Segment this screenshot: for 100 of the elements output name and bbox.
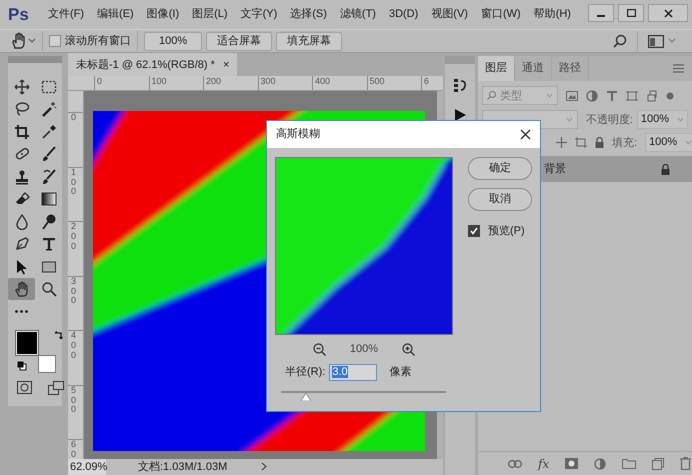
dialog-button[interactable]: 取消 — [468, 188, 532, 211]
menu-item[interactable]: 选择(S) — [284, 6, 334, 23]
caret-icon — [685, 140, 692, 146]
checkbox-label: 滚动所有窗口 — [65, 34, 131, 50]
menu-icon[interactable] — [673, 64, 684, 74]
dashed-rectangle-icon — [40, 78, 56, 95]
workspace-icon[interactable] — [648, 34, 664, 48]
checkbox[interactable] — [468, 225, 480, 238]
shape-icon[interactable] — [626, 90, 638, 102]
menu-item[interactable]: 帮助(H) — [528, 6, 578, 23]
menu-item[interactable]: 文件(F) — [42, 6, 92, 23]
ruler-label: 300 — [70, 276, 77, 306]
move-icon[interactable] — [556, 137, 567, 148]
menu-item[interactable]: 文字(Y) — [234, 6, 284, 23]
quick-mask-icon[interactable] — [17, 380, 32, 394]
menu-item[interactable]: 视图(V) — [425, 6, 475, 23]
artboard-icon[interactable] — [575, 137, 587, 148]
lollipop-icon — [40, 214, 56, 230]
maximize-icon — [626, 9, 636, 17]
fill-label: 填充: — [612, 136, 638, 151]
opacity-field[interactable]: 100% — [636, 110, 688, 130]
fill-field[interactable]: 100% — [645, 133, 692, 152]
smart-object-icon[interactable] — [646, 90, 658, 102]
checkbox[interactable] — [49, 35, 61, 48]
half-circle-icon[interactable] — [586, 90, 598, 102]
magnifier-icon — [40, 281, 56, 298]
toolbar-button[interactable]: 适合屏幕 — [206, 32, 272, 51]
menu-item[interactable]: 滤镜(T) — [334, 6, 383, 23]
swap-arrows-icon[interactable] — [54, 330, 64, 341]
dialog-title: 高斯模糊 — [276, 126, 320, 142]
ruler-label: 200 — [203, 76, 258, 90]
magic-wand-icon — [40, 101, 56, 118]
minimize-button[interactable] — [588, 4, 614, 22]
zoom-out-icon[interactable] — [312, 342, 326, 356]
trash-icon[interactable] — [680, 457, 692, 470]
tool-button[interactable] — [8, 278, 35, 300]
checkbox-label: 预览(P) — [488, 224, 525, 239]
menu-item[interactable]: 编辑(E) — [91, 6, 141, 23]
lasso-icon — [14, 101, 30, 118]
document-info: 文档:1.03M/1.03M — [138, 460, 228, 474]
lock-icon[interactable] — [595, 137, 604, 148]
document-tab[interactable]: 未标题-1 @ 62.1%(RGB/8) * × — [68, 53, 238, 76]
caret-icon[interactable] — [28, 38, 36, 44]
screen-mode-icon[interactable] — [48, 380, 64, 395]
radius-field[interactable]: 3.0 — [329, 364, 378, 380]
crop-icon — [14, 124, 30, 140]
radius-label: 半径(R): — [285, 364, 326, 380]
close-icon — [664, 8, 672, 18]
folder-icon[interactable] — [622, 458, 636, 469]
chevron-right-icon[interactable] — [261, 462, 268, 472]
tab-title: 未标题-1 @ 62.1%(RGB/8) * — [76, 58, 215, 73]
default-colors-icon[interactable] — [17, 360, 27, 371]
eyedropper-icon — [40, 124, 56, 140]
fx-button[interactable]: fx — [538, 454, 550, 472]
ruler-label: 100 — [70, 168, 77, 198]
ruler-label: 100 — [148, 76, 203, 90]
rectangle-icon — [40, 258, 56, 275]
search-icon[interactable] — [613, 34, 627, 48]
history-brush-icon — [40, 168, 56, 185]
history-icon[interactable] — [453, 78, 467, 94]
ruler-label: 60 — [70, 440, 77, 458]
caret-icon — [546, 93, 553, 98]
image-filter-icon[interactable] — [566, 90, 578, 102]
menu-item[interactable]: 图像(I) — [140, 6, 186, 23]
toggle-dot-icon[interactable] — [666, 92, 674, 100]
pen-nib-icon — [14, 236, 30, 252]
move-icon — [14, 78, 30, 95]
ruler-label: 200 — [70, 222, 77, 252]
close-icon[interactable] — [520, 129, 531, 140]
foreground-color-swatch[interactable] — [16, 330, 38, 355]
ruler-label: 500 — [70, 386, 77, 416]
stamp-icon — [14, 168, 30, 185]
ruler-label: 0 — [94, 76, 148, 90]
menu-item[interactable]: 图层(L) — [186, 6, 235, 23]
toolbar-button[interactable]: 填充屏幕 — [276, 32, 342, 51]
mask-icon[interactable] — [565, 458, 578, 469]
zoom-in-icon[interactable] — [402, 342, 416, 356]
brush-icon — [40, 146, 56, 162]
maximize-button[interactable] — [618, 4, 644, 22]
menu-item[interactable]: 3D(D) — [382, 6, 426, 23]
type-icon[interactable] — [606, 90, 618, 102]
new-layer-icon[interactable] — [652, 458, 664, 470]
background-color-swatch[interactable] — [38, 354, 56, 373]
menu-item[interactable]: 窗口(W) — [474, 6, 528, 23]
link-icon[interactable] — [508, 460, 522, 468]
zoom-field[interactable]: 62.09% — [68, 458, 106, 475]
play-icon[interactable] — [453, 108, 467, 122]
panel-tab[interactable]: 图层 — [478, 56, 515, 82]
tab-close-button[interactable]: × — [222, 56, 230, 74]
toolbar-button[interactable]: 100% — [144, 32, 202, 51]
drop-icon — [14, 214, 30, 230]
ruler-label: 400 — [312, 76, 366, 90]
close-button[interactable] — [648, 4, 688, 22]
panel-header-bar — [445, 56, 475, 64]
caret-icon — [566, 117, 573, 122]
half-circle-icon[interactable] — [594, 458, 606, 470]
ruler-label: 300 — [258, 76, 312, 90]
ellipsis-icon — [15, 310, 28, 314]
opacity-label: 不透明度: — [586, 112, 633, 128]
dialog-button[interactable]: 确定 — [468, 157, 532, 180]
